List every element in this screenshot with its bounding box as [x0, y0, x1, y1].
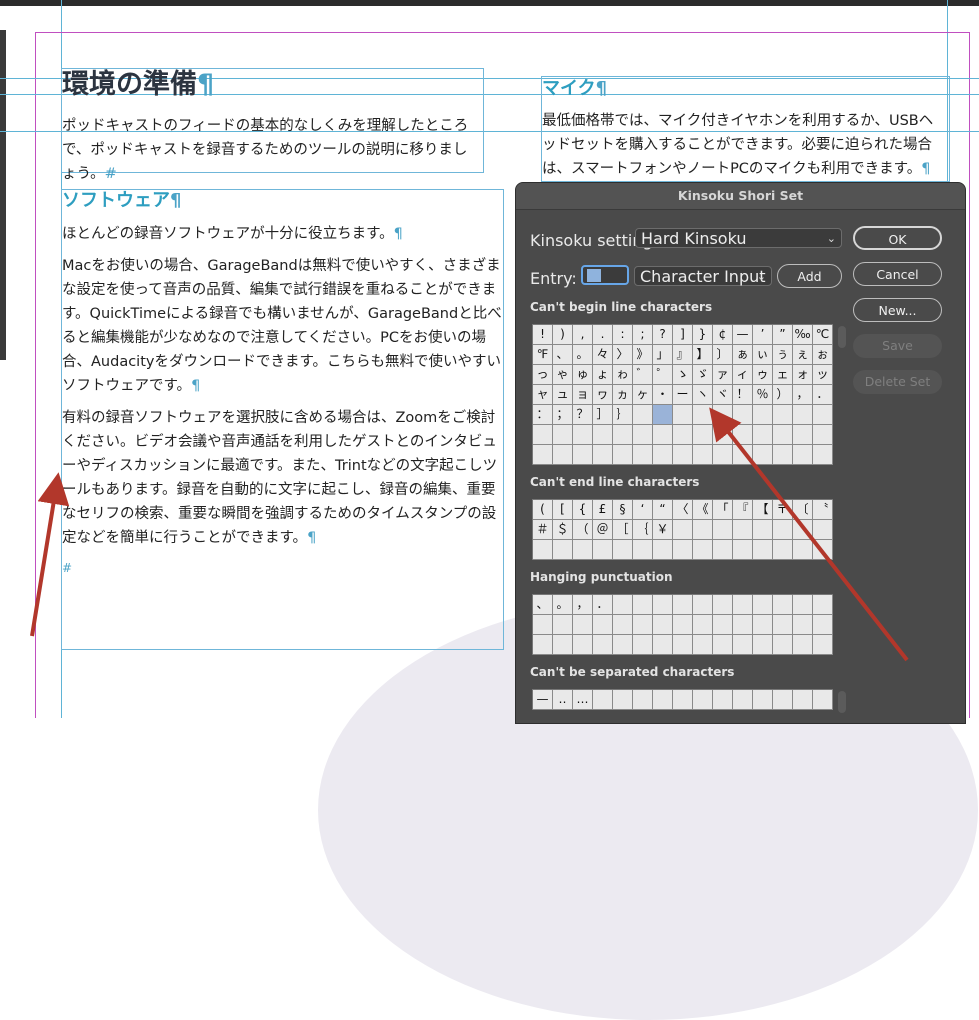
annotation-arrows: [30, 407, 909, 662]
arrow-to-text: [30, 472, 70, 637]
arrow-to-grid: [709, 407, 909, 662]
